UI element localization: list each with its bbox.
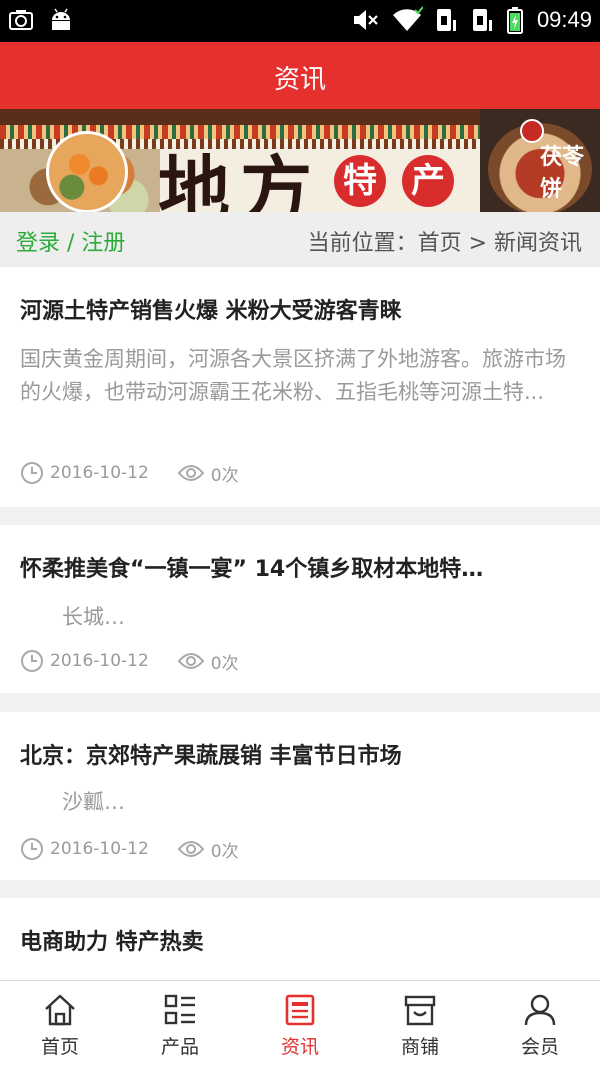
article-meta: 2016-10-12 0次 xyxy=(20,460,239,486)
banner-brand-text: 茯苓饼 xyxy=(540,144,585,202)
user-icon xyxy=(524,994,556,1026)
title-bar: 资讯 xyxy=(0,42,600,109)
breadcrumb-bar: 登录 / 注册 当前位置：首页 > 新闻资讯 xyxy=(0,212,600,267)
article-item[interactable]: 电商助力 特产热卖 xyxy=(0,898,600,980)
article-meta: 2016-10-12 0次 xyxy=(20,836,239,862)
screenshot-icon xyxy=(9,10,33,30)
clock-icon xyxy=(21,650,43,672)
banner-berries-photo xyxy=(46,131,128,212)
article-summary: 沙瓤… xyxy=(20,790,125,814)
nav-member[interactable]: 会员 xyxy=(480,981,600,1068)
article-summary: 长城… xyxy=(20,605,125,629)
sim1-icon xyxy=(436,9,456,31)
article-date: 2016-10-12 xyxy=(50,651,149,671)
nav-news-label: 资讯 xyxy=(280,1036,319,1058)
page-title: 资讯 xyxy=(273,65,326,95)
login-register-link[interactable]: 登录 / 注册 xyxy=(16,225,125,257)
promo-banner[interactable]: 地 方 特 产 茯苓饼 xyxy=(0,109,600,212)
article-item[interactable]: 北京：京郊特产果蔬展销 丰富节日市场 沙瓤… 2016-10-12 0次 xyxy=(0,712,600,880)
article-summary: 国庆黄金周期间，河源各大景区挤满了外地游客。旅游市场的火爆，也带动河源霸王花米粉… xyxy=(20,347,566,404)
banner-seal-1: 特 xyxy=(334,155,386,207)
banner-eave xyxy=(0,109,480,125)
eye-icon xyxy=(177,653,205,669)
wifi-icon xyxy=(392,6,423,32)
article-date: 2016-10-12 xyxy=(50,463,149,483)
clock-icon xyxy=(21,462,43,484)
news-icon xyxy=(285,994,315,1026)
clock: 09:49 xyxy=(536,7,592,32)
nav-member-label: 会员 xyxy=(520,1036,559,1058)
battery-icon xyxy=(506,7,523,34)
mute-icon xyxy=(353,10,378,30)
banner-char-2: 方 xyxy=(240,147,313,212)
banner-food-photo: 茯苓饼 xyxy=(480,109,600,212)
nav-home-label: 首页 xyxy=(40,1036,79,1058)
article-item[interactable]: 怀柔推美食“一镇一宴” 14个镇乡取材本地特… 长城… 2016-10-12 0… xyxy=(0,525,600,693)
breadcrumb[interactable]: 当前位置：首页 > 新闻资讯 xyxy=(308,225,582,257)
article-meta: 2016-10-12 0次 xyxy=(20,648,239,674)
bottom-nav: 首页 产品 资讯 商铺 会员 xyxy=(0,980,600,1068)
sim2-icon xyxy=(472,9,492,31)
shop-icon xyxy=(404,995,436,1026)
eye-icon xyxy=(177,465,205,481)
eye-icon xyxy=(177,841,205,857)
nav-products[interactable]: 产品 xyxy=(120,981,240,1068)
article-views: 0次 xyxy=(210,841,239,862)
nav-news[interactable]: 资讯 xyxy=(240,981,360,1068)
article-title[interactable]: 河源土特产销售火爆 米粉大受游客青睐 xyxy=(20,293,580,325)
nav-home[interactable]: 首页 xyxy=(0,981,120,1068)
banner-seal-2: 产 xyxy=(402,155,454,207)
nav-products-label: 产品 xyxy=(160,1036,199,1058)
nav-shops-label: 商铺 xyxy=(400,1036,439,1058)
article-title[interactable]: 北京：京郊特产果蔬展销 丰富节日市场 xyxy=(20,738,580,770)
android-icon xyxy=(52,8,70,30)
list-icon xyxy=(164,994,195,1025)
article-views: 0次 xyxy=(210,465,239,486)
article-views: 0次 xyxy=(210,653,239,674)
article-title[interactable]: 电商助力 特产热卖 xyxy=(20,924,580,956)
home-icon xyxy=(45,994,75,1026)
nav-shops[interactable]: 商铺 xyxy=(360,981,480,1068)
article-date: 2016-10-12 xyxy=(50,839,149,859)
article-item[interactable]: 河源土特产销售火爆 米粉大受游客青睐 国庆黄金周期间，河源各大景区挤满了外地游客… xyxy=(0,267,600,507)
status-bar: 09:49 xyxy=(0,0,600,42)
article-title[interactable]: 怀柔推美食“一镇一宴” 14个镇乡取材本地特… xyxy=(20,551,580,583)
banner-char-1: 地 xyxy=(158,147,231,212)
clock-icon xyxy=(21,838,43,860)
